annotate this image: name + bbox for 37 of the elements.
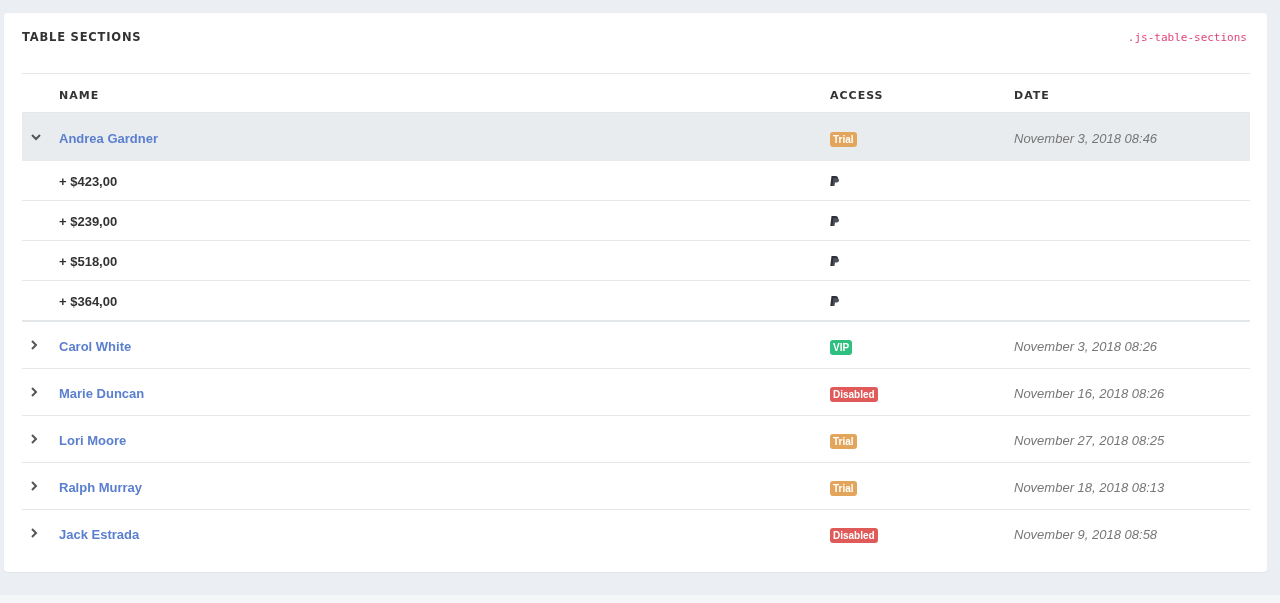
date-text: November 27, 2018 08:25 [1014,432,1165,448]
amount-text: + $239,00 [59,214,118,229]
name-link[interactable]: Ralph Murray [59,479,143,495]
chevron-right-icon[interactable] [31,481,38,491]
name-link[interactable]: Lori Moore [59,432,127,448]
card-title: TABLE SECTIONS [22,30,142,44]
code-label: .js-table-sections [1127,30,1247,44]
access-badge: Trial [830,131,857,147]
paypal-icon [830,256,839,266]
paypal-icon [830,216,839,226]
amount-text: + $423,00 [59,174,118,189]
access-badge: Trial [830,480,857,496]
name-link[interactable]: Jack Estrada [59,526,140,542]
date-text: November 16, 2018 08:26 [1014,385,1165,401]
name-link[interactable]: Carol White [59,338,132,354]
date-text: November 3, 2018 08:26 [1014,338,1158,354]
chevron-right-icon[interactable] [31,387,38,397]
date-text: November 18, 2018 08:13 [1014,479,1165,495]
chevron-right-icon[interactable] [31,340,38,350]
name-link[interactable]: Marie Duncan [59,385,145,401]
access-badge: Trial [830,433,857,449]
chevron-right-icon[interactable] [31,434,38,444]
date-text: November 3, 2018 08:46 [1014,130,1158,146]
access-badge: Disabled [830,527,878,543]
paypal-icon [830,296,839,306]
date-text: November 9, 2018 08:58 [1014,526,1158,542]
access-badge: Disabled [830,386,878,402]
name-column-header: NAME [59,88,100,102]
name-link[interactable]: Andrea Gardner [59,130,158,146]
paypal-icon [830,176,839,186]
date-column-header: DATE [1014,88,1050,102]
chevron-right-icon[interactable] [31,528,38,538]
amount-text: + $518,00 [59,254,118,269]
access-badge: VIP [830,339,853,355]
amount-text: + $364,00 [59,294,118,309]
chevron-down-icon[interactable] [31,133,41,141]
access-column-header: ACCESS [830,88,884,102]
